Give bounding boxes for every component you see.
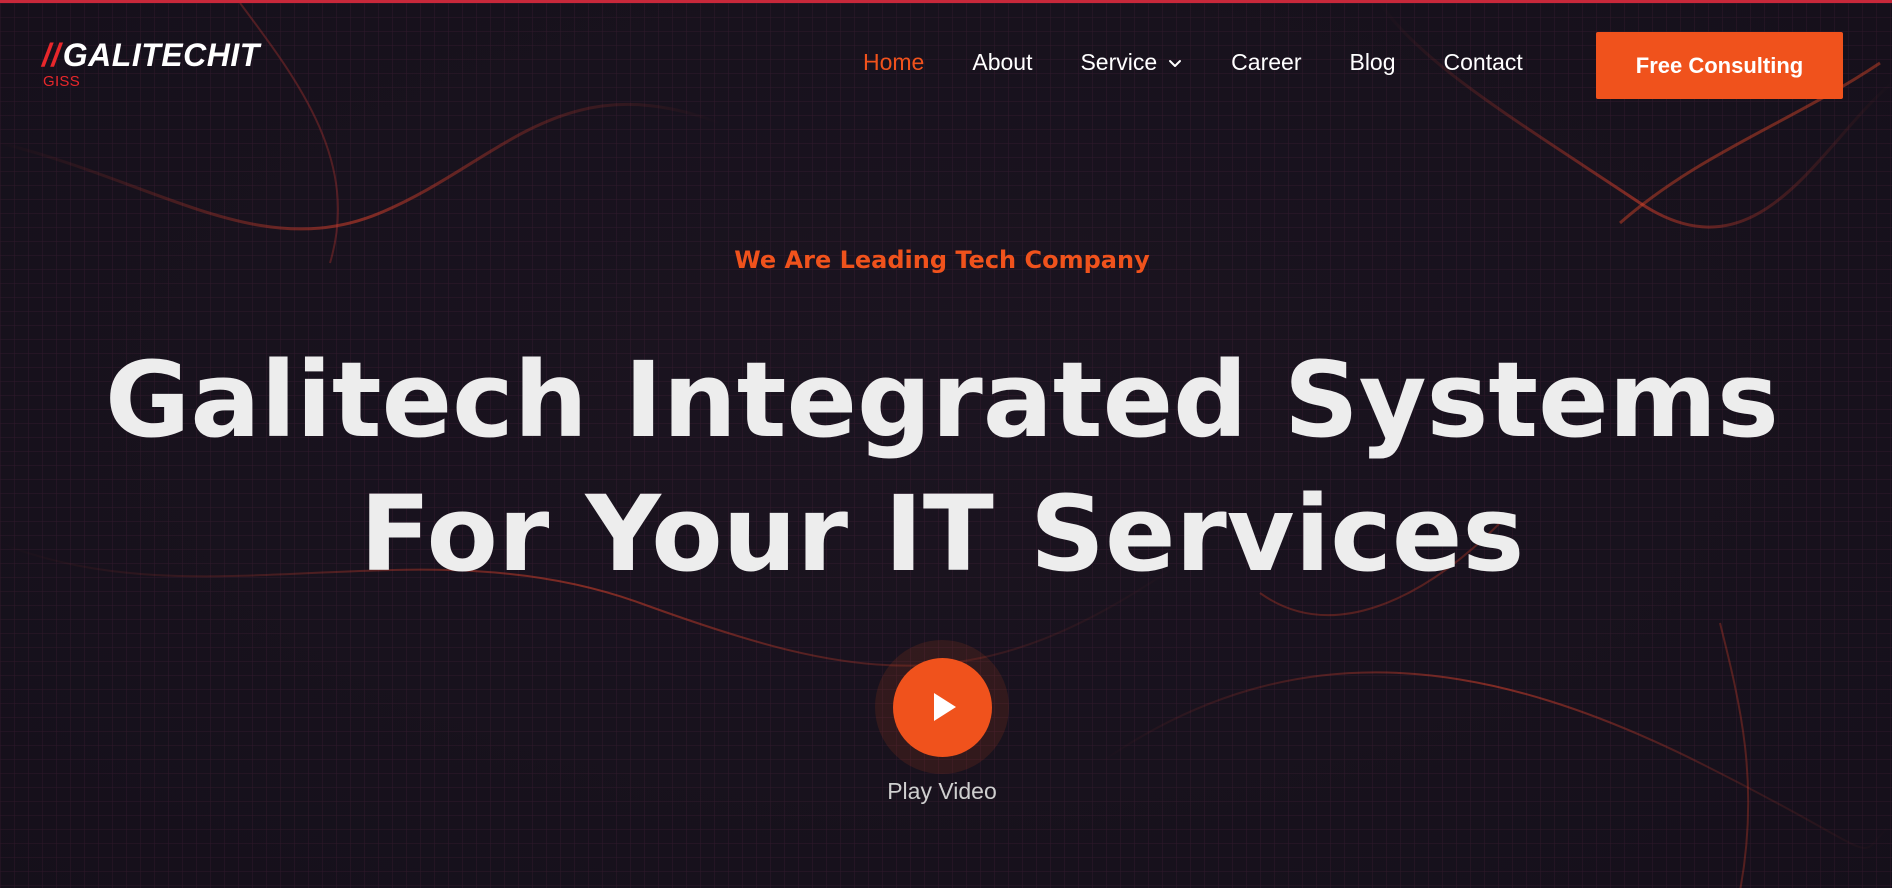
hero-section: //GALITECHIT GISS Home About Service Car… (0, 0, 1892, 888)
headline-line-1: Galitech Integrated Systems (105, 339, 1779, 461)
play-video-control (866, 631, 1018, 783)
logo-text: GALITECHIT (62, 37, 260, 73)
nav-item-blog[interactable]: Blog (1349, 51, 1395, 74)
nav-item-service-label: Service (1080, 49, 1158, 75)
nav-item-about[interactable]: About (972, 51, 1032, 74)
nav-item-service[interactable]: Service (1080, 51, 1183, 74)
play-video-label[interactable]: Play Video (0, 778, 1884, 805)
nav-item-career[interactable]: Career (1231, 51, 1301, 74)
nav-item-contact[interactable]: Contact (1444, 51, 1523, 74)
play-video-button[interactable] (892, 657, 992, 757)
hero-headline: Galitech Integrated Systems For Your IT … (0, 333, 1884, 601)
chevron-down-icon (1169, 59, 1182, 67)
free-consulting-button[interactable]: Free Consulting (1596, 32, 1843, 99)
main-nav: Home About Service Career Blog Contact (863, 51, 1571, 74)
hero-tagline: We Are Leading Tech Company (734, 246, 1150, 274)
logo-slashes: // (42, 37, 61, 73)
nav-item-home[interactable]: Home (863, 51, 924, 74)
logo-wordmark: //GALITECHIT (42, 39, 260, 71)
logo-subtext: GISS (43, 73, 81, 90)
headline-line-2: For Your IT Services (359, 473, 1525, 595)
brand-logo[interactable]: //GALITECHIT GISS (42, 39, 260, 90)
play-icon (934, 693, 956, 721)
